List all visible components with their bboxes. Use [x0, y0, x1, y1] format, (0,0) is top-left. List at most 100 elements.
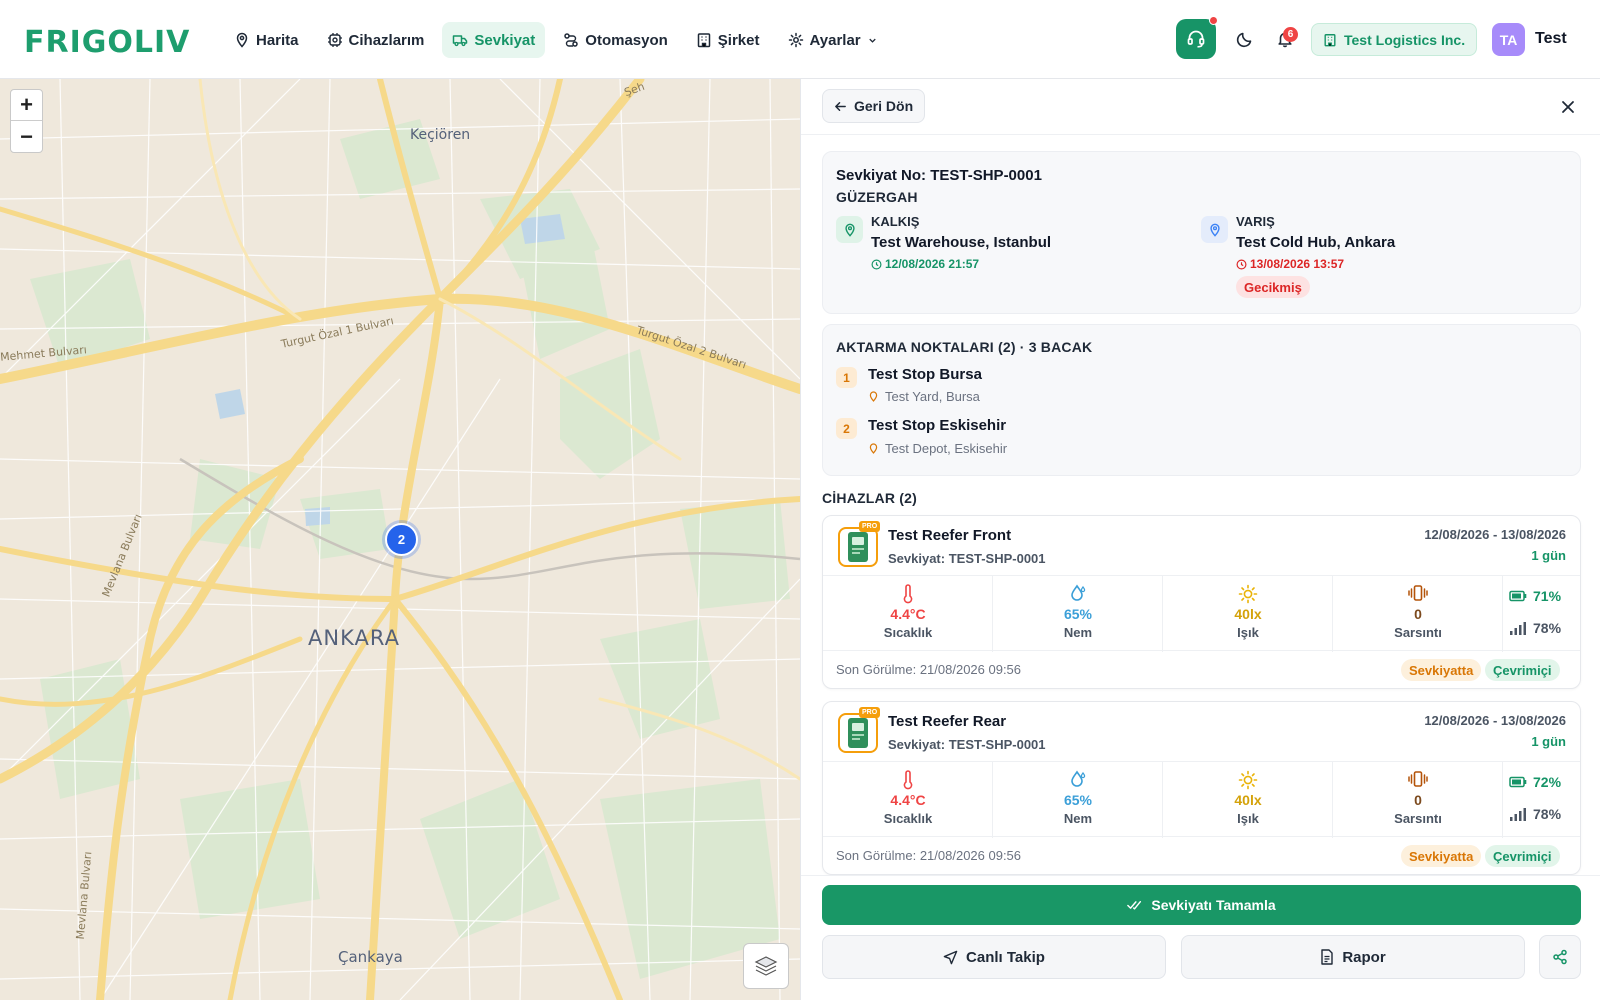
chevron-down-icon — [868, 38, 876, 43]
thermometer-icon — [903, 584, 913, 604]
report-label: Rapor — [1342, 948, 1386, 966]
map-pin-icon — [869, 391, 878, 402]
shock-label: Sarsıntı — [1394, 811, 1442, 826]
destination-time: 13/08/2026 13:57 — [1236, 257, 1344, 271]
map-pin-icon — [844, 223, 855, 237]
origin-place: Test Warehouse, Istanbul — [871, 234, 1052, 251]
nav-otomasyon[interactable]: Otomasyon — [553, 22, 678, 58]
sun-icon — [1238, 584, 1258, 604]
zoom-in-button[interactable]: + — [11, 90, 42, 121]
device-duration: 1 gün — [1531, 548, 1566, 563]
map-view[interactable]: Keçiören ANKARA Çankaya Turgut Özal 1 Bu… — [0, 79, 800, 1000]
support-button[interactable] — [1176, 19, 1216, 59]
map-pin-icon — [1209, 223, 1220, 237]
destination-place: Test Cold Hub, Ankara — [1236, 234, 1396, 251]
temperature-value: 4.4°C — [890, 792, 926, 808]
temperature-value: 4.4°C — [890, 606, 926, 622]
online-status-badge: Çevrimiçi — [1485, 659, 1560, 681]
document-icon — [1321, 949, 1334, 965]
headset-icon — [1187, 30, 1205, 48]
stop-name-2: Test Stop Eskisehir — [868, 417, 1007, 434]
light-label: Işık — [1237, 811, 1259, 826]
device-duration: 1 gün — [1531, 734, 1566, 749]
device-last-seen: Son Görülme: 21/08/2026 09:56 — [836, 848, 1022, 863]
back-button[interactable]: Geri Dön — [822, 89, 926, 123]
map-label-cankaya: Çankaya — [338, 948, 403, 966]
nav-harita[interactable]: Harita — [224, 22, 309, 58]
pro-badge: PRO — [859, 707, 881, 718]
stop-number-2: 2 — [836, 418, 857, 439]
svg-text:FRIGOLIVE: FRIGOLIVE — [24, 25, 192, 58]
frigolive-logo[interactable]: FRIGOLIVE — [24, 22, 192, 58]
vibration-icon — [1408, 771, 1428, 787]
devices-caption: CİHAZLAR (2) — [822, 490, 917, 506]
battery-icon — [1509, 776, 1527, 788]
device-name: Test Reefer Front — [888, 527, 1012, 544]
live-tracking-label: Canlı Takip — [966, 948, 1045, 966]
gear-icon — [788, 32, 803, 48]
metric-shock: 0 Sarsıntı — [1333, 576, 1503, 652]
layers-icon — [754, 956, 778, 976]
device-card[interactable]: PRO Test Reefer Rear Sevkiyat: TEST-SHP-… — [822, 701, 1581, 875]
humidity-value: 65% — [1063, 792, 1093, 808]
complete-shipment-button[interactable]: Sevkiyatı Tamamla — [822, 885, 1581, 925]
device-cluster-marker[interactable]: 2 — [385, 523, 418, 556]
device-metrics: 4.4°C Sıcaklık 65% Nem 40lx Işık 0 Sarsı… — [823, 761, 1580, 838]
panel-footer: Sevkiyatı Tamamla Canlı Takip Rapor — [801, 875, 1600, 1000]
nav-ayarlar[interactable]: Ayarlar — [778, 22, 888, 58]
device-thumbnail — [838, 713, 878, 753]
signal-level: 78% — [1509, 620, 1561, 636]
vibration-icon — [1408, 585, 1428, 601]
stop-address-2-text: Test Depot, Eskisehir — [885, 441, 1008, 456]
device-card[interactable]: PRO Test Reefer Front Sevkiyat: TEST-SHP… — [822, 515, 1581, 689]
complete-shipment-label: Sevkiyatı Tamamla — [1151, 897, 1276, 913]
stop-name-1: Test Stop Bursa — [868, 366, 982, 383]
shock-value: 0 — [1414, 792, 1422, 808]
device-date-range: 12/08/2026 - 13/08/2026 — [1424, 527, 1566, 542]
map-pin-icon — [236, 32, 248, 48]
panel-toolbar: Geri Dön — [801, 79, 1600, 135]
map-layers-button[interactable] — [743, 943, 789, 989]
building-icon — [1324, 33, 1336, 46]
support-indicator-dot — [1209, 16, 1218, 25]
device-last-seen: Son Görülme: 21/08/2026 09:56 — [836, 662, 1022, 677]
user-avatar[interactable]: TA — [1492, 23, 1525, 56]
top-navbar: FRIGOLIVE Harita Cihazlarım Sevkiyat Oto… — [0, 0, 1600, 79]
map-label-ankara: ANKARA — [308, 626, 400, 650]
close-icon — [1562, 101, 1574, 113]
tracker-device-icon — [848, 532, 868, 562]
live-tracking-button[interactable]: Canlı Takip — [822, 935, 1166, 979]
device-shipment: Sevkiyat: TEST-SHP-0001 — [888, 737, 1046, 752]
shock-value: 0 — [1414, 606, 1422, 622]
device-thumbnail — [838, 527, 878, 567]
share-button[interactable] — [1539, 935, 1581, 979]
company-selector[interactable]: Test Logistics Inc. — [1311, 23, 1478, 56]
double-check-icon — [1127, 901, 1142, 910]
shock-label: Sarsıntı — [1394, 625, 1442, 640]
report-button[interactable]: Rapor — [1181, 935, 1525, 979]
chip-icon — [327, 33, 342, 47]
zoom-out-button[interactable]: − — [11, 121, 42, 152]
user-name[interactable]: Test — [1535, 30, 1567, 48]
metric-shock: 0 Sarsıntı — [1333, 762, 1503, 838]
nav-sirket[interactable]: Şirket — [686, 22, 770, 58]
light-value: 40lx — [1234, 792, 1262, 808]
metric-light: 40lx Işık — [1163, 576, 1333, 652]
close-panel-button[interactable] — [1557, 96, 1579, 118]
stop-address-2: Test Depot, Eskisehir — [868, 441, 1007, 456]
nav-cihazlarim[interactable]: Cihazlarım — [317, 22, 435, 58]
nav-sevkiyat[interactable]: Sevkiyat — [442, 22, 546, 58]
metric-temperature: 4.4°C Sıcaklık — [823, 762, 993, 838]
transfer-stops-card: AKTARMA NOKTALARI (2) · 3 BACAK 1 Test S… — [822, 324, 1581, 476]
stop-number-1: 1 — [836, 367, 857, 388]
metric-temperature: 4.4°C Sıcaklık — [823, 576, 993, 652]
in-shipment-badge: Sevkiyatta — [1401, 659, 1482, 681]
battery-level: 71% — [1509, 588, 1561, 604]
tracker-device-icon — [848, 718, 868, 748]
thermometer-icon — [903, 770, 913, 790]
nav-harita-label: Harita — [256, 31, 299, 49]
theme-toggle-button[interactable] — [1234, 28, 1256, 50]
route-icon — [564, 33, 579, 47]
pro-badge: PRO — [859, 521, 881, 532]
signal-value: 78% — [1533, 620, 1562, 636]
